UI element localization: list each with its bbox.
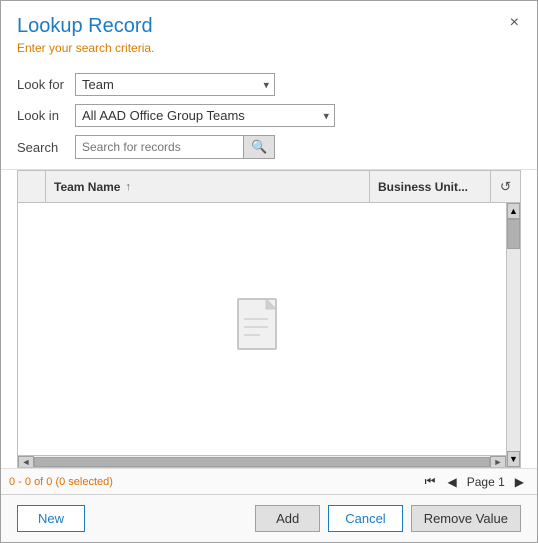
col-business-unit-header[interactable]: Business Unit... <box>370 171 490 202</box>
scroll-left-icon: ◄ <box>22 457 31 467</box>
new-button[interactable]: New <box>17 505 85 532</box>
dialog-title: Lookup Record <box>17 15 521 38</box>
scroll-up-button[interactable]: ▲ <box>507 203 520 219</box>
col-team-name-header[interactable]: Team Name ↑ <box>46 171 370 202</box>
scroll-right-icon: ► <box>494 457 503 467</box>
horizontal-scrollbar[interactable]: ◄ ► <box>18 455 506 467</box>
dialog-subtitle: Enter your search criteria. <box>17 41 521 55</box>
record-count: 0 - 0 of 0 (0 selected) <box>9 476 113 488</box>
dialog-header: Lookup Record Enter your search criteria… <box>1 1 537 63</box>
scroll-left-button[interactable]: ◄ <box>18 456 34 467</box>
empty-document-icon <box>236 297 288 361</box>
scroll-down-button[interactable]: ▼ <box>507 451 520 467</box>
cancel-button[interactable]: Cancel <box>328 505 402 532</box>
pagination: ⏮ ◀ Page 1 ▶ <box>420 472 529 491</box>
refresh-icon: ↺ <box>500 179 511 195</box>
table-content-area: ◄ ► <box>18 203 506 467</box>
footer: New Add Cancel Remove Value <box>1 494 537 542</box>
look-for-label: Look for <box>17 77 75 92</box>
first-page-button[interactable]: ⏮ <box>420 472 441 491</box>
prev-page-button[interactable]: ◀ <box>442 473 461 491</box>
search-wrapper: 🔍 <box>75 135 275 159</box>
checkbox-header-cell <box>18 171 46 202</box>
close-button[interactable]: × <box>506 13 523 33</box>
search-row: Search 🔍 <box>17 135 521 159</box>
form-section: Look for Team Look in All AAD Office Gro… <box>1 63 537 170</box>
refresh-button[interactable]: ↺ <box>490 171 520 202</box>
vertical-scrollbar[interactable]: ▲ ▼ <box>506 203 520 467</box>
look-for-wrapper: Team <box>75 73 275 96</box>
next-page-button[interactable]: ▶ <box>510 473 529 491</box>
scroll-up-icon: ▲ <box>509 206 518 216</box>
table-section: Team Name ↑ Business Unit... ↺ <box>17 170 521 468</box>
look-in-select[interactable]: All AAD Office Group Teams <box>75 104 335 127</box>
look-for-row: Look for Team <box>17 73 521 96</box>
look-in-wrapper: All AAD Office Group Teams <box>75 104 335 127</box>
page-label: Page 1 <box>467 475 505 489</box>
search-input[interactable] <box>76 137 243 157</box>
scroll-right-button[interactable]: ► <box>490 456 506 467</box>
search-label: Search <box>17 140 75 155</box>
sort-arrow-icon: ↑ <box>125 181 131 193</box>
scroll-down-icon: ▼ <box>509 454 518 464</box>
add-button[interactable]: Add <box>255 505 320 532</box>
remove-value-button[interactable]: Remove Value <box>411 505 521 532</box>
search-button[interactable]: 🔍 <box>243 136 274 158</box>
status-bar: 0 - 0 of 0 (0 selected) ⏮ ◀ Page 1 ▶ <box>1 468 537 494</box>
lookup-dialog: Lookup Record Enter your search criteria… <box>0 0 538 543</box>
empty-area <box>18 203 506 455</box>
table-inner: ◄ ► ▲ ▼ <box>18 203 520 467</box>
business-unit-header-label: Business Unit... <box>378 180 468 194</box>
team-name-header-label: Team Name <box>54 180 120 194</box>
vertical-scrollbar-track <box>507 219 520 451</box>
search-icon: 🔍 <box>251 139 267 155</box>
look-for-select[interactable]: Team <box>75 73 275 96</box>
vertical-scrollbar-thumb[interactable] <box>507 219 520 249</box>
look-in-row: Look in All AAD Office Group Teams <box>17 104 521 127</box>
look-in-label: Look in <box>17 108 75 123</box>
horizontal-scrollbar-thumb[interactable] <box>34 457 490 467</box>
table-header: Team Name ↑ Business Unit... ↺ <box>18 171 520 203</box>
